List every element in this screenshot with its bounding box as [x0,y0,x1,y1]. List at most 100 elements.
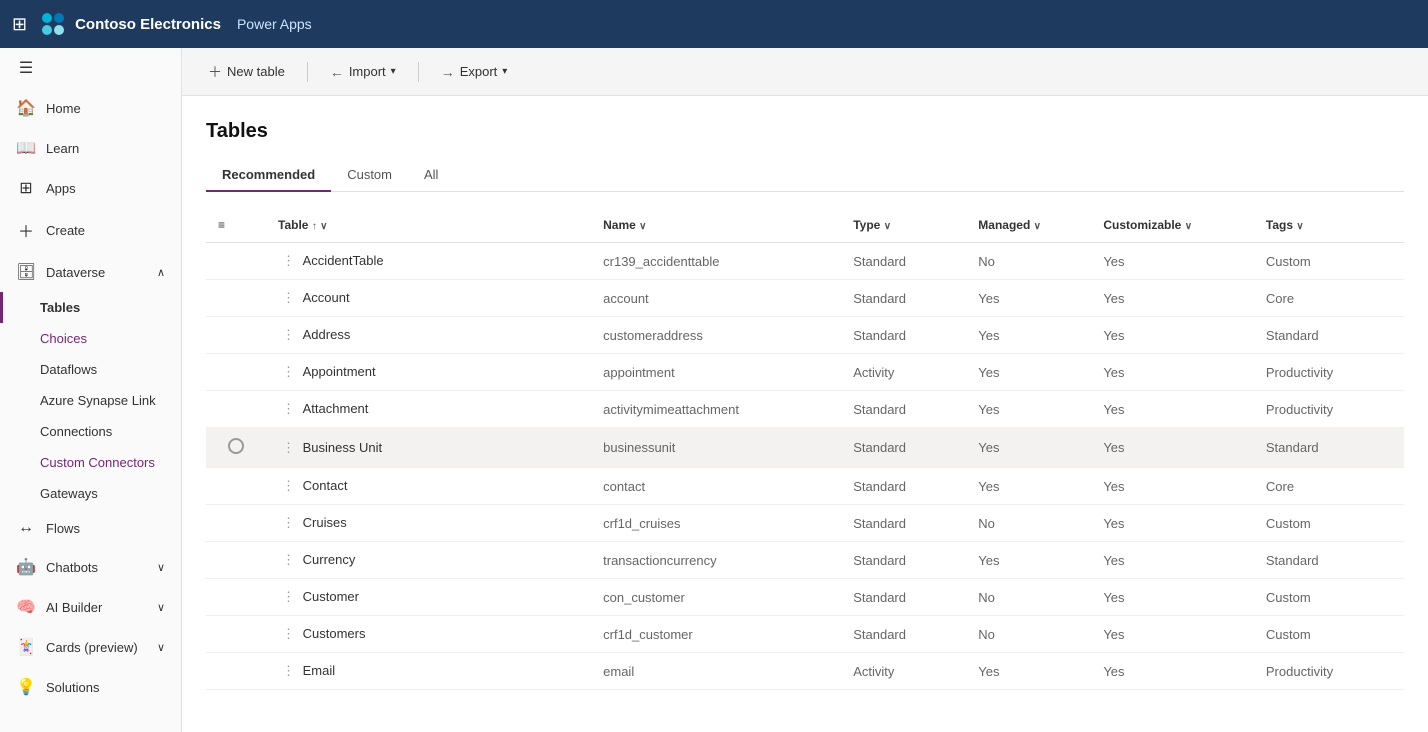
chatbots-icon: 🤖 [16,557,36,577]
customizable-sort-icon: ∨ [1185,221,1192,232]
tags-sort-icon: ∨ [1296,221,1303,232]
ai-builder-icon: 🧠 [16,597,36,617]
topbar: ⊞ Contoso Electronics Power Apps [0,0,1428,48]
tab-custom[interactable]: Custom [331,159,408,192]
table-row[interactable]: ⋮ Cruisescrf1d_cruisesStandardNoYesCusto… [206,505,1404,542]
main-layout: ☰ 🏠 Home 📖 Learn ⊞ Apps ＋ Create 🗄 Datav… [0,48,1428,732]
new-table-icon: ＋ [208,62,222,82]
sidebar-menu-toggle[interactable]: ☰ [0,48,181,88]
flows-icon: ↔ [16,519,36,537]
sidebar-item-flows[interactable]: ↔ Flows [0,509,181,547]
table-row[interactable]: ⋮ ContactcontactStandardYesYesCore [206,468,1404,505]
import-button[interactable]: ← Import ▾ [320,59,406,85]
export-button[interactable]: → Export ▾ [431,59,518,85]
grid-icon[interactable]: ⊞ [12,14,27,35]
col-header-table[interactable]: Table ↑ ∨ [266,208,591,243]
sidebar-item-apps[interactable]: ⊞ Apps [0,168,181,208]
col-header-name[interactable]: Name ∨ [591,208,841,243]
sidebar-item-home[interactable]: 🏠 Home [0,88,181,128]
table-row[interactable]: ⋮ AccountaccountStandardYesYesCore [206,280,1404,317]
cell-name: contact [591,468,841,505]
row-select[interactable] [206,428,266,468]
table-row[interactable]: ⋮ CurrencytransactioncurrencyStandardYes… [206,542,1404,579]
table-row[interactable]: ⋮ AddresscustomeraddressStandardYesYesSt… [206,317,1404,354]
sidebar-item-dataverse[interactable]: 🗄 Dataverse ∧ [0,252,181,292]
row-menu-icon[interactable]: ⋮ [278,589,303,604]
cell-managed: No [966,505,1091,542]
row-select[interactable] [206,317,266,354]
cell-customizable: Yes [1091,354,1254,391]
managed-col-label: Managed [978,218,1033,232]
row-select[interactable] [206,391,266,428]
row-radio[interactable] [228,438,244,454]
sidebar: ☰ 🏠 Home 📖 Learn ⊞ Apps ＋ Create 🗄 Datav… [0,48,182,732]
sidebar-sub-custom-connectors[interactable]: Custom Connectors [0,447,181,478]
row-menu-icon[interactable]: ⋮ [278,440,303,455]
table-area: ≡ Table ↑ ∨ Name ∨ [206,208,1404,732]
cell-managed: Yes [966,391,1091,428]
dataverse-collapse-icon: ∧ [157,266,165,279]
row-menu-icon[interactable]: ⋮ [278,552,303,567]
sidebar-item-ai-builder[interactable]: 🧠 AI Builder ∨ [0,587,181,627]
row-menu-icon[interactable]: ⋮ [278,626,303,641]
cell-name: customeraddress [591,317,841,354]
sidebar-sub-tables[interactable]: Tables [0,292,181,323]
table-row[interactable]: ⋮ Business UnitbusinessunitStandardYesYe… [206,428,1404,468]
row-select[interactable] [206,354,266,391]
sidebar-item-chatbots[interactable]: 🤖 Chatbots ∨ [0,547,181,587]
col-header-type[interactable]: Type ∨ [841,208,966,243]
table-row[interactable]: ⋮ AttachmentactivitymimeattachmentStanda… [206,391,1404,428]
sidebar-sub-choices[interactable]: Choices [0,323,181,354]
row-menu-icon[interactable]: ⋮ [278,663,303,678]
table-row[interactable]: ⋮ AccidentTablecr139_accidenttableStanda… [206,243,1404,280]
sidebar-item-learn[interactable]: 📖 Learn [0,128,181,168]
row-menu-icon[interactable]: ⋮ [278,290,303,305]
tab-recommended[interactable]: Recommended [206,159,331,192]
row-menu-icon[interactable]: ⋮ [278,478,303,493]
row-menu-icon[interactable]: ⋮ [278,515,303,530]
row-select[interactable] [206,243,266,280]
solutions-icon: 💡 [16,677,36,697]
row-select[interactable] [206,468,266,505]
table-row[interactable]: ⋮ Customercon_customerStandardNoYesCusto… [206,579,1404,616]
row-select[interactable] [206,542,266,579]
new-table-button[interactable]: ＋ New table [198,57,295,87]
sidebar-sub-connections[interactable]: Connections [0,416,181,447]
tab-all[interactable]: All [408,159,454,192]
home-icon: 🏠 [16,98,36,118]
cell-type: Standard [841,579,966,616]
row-menu-icon[interactable]: ⋮ [278,401,303,416]
sidebar-sub-gateways[interactable]: Gateways [0,478,181,509]
export-label: Export [460,64,498,79]
row-select[interactable] [206,616,266,653]
cell-managed: No [966,579,1091,616]
azure-synapse-label: Azure Synapse Link [40,393,156,408]
table-row[interactable]: ⋮ EmailemailActivityYesYesProductivity [206,653,1404,690]
sidebar-sub-dataflows[interactable]: Dataflows [0,354,181,385]
row-select[interactable] [206,653,266,690]
cell-table: ⋮ Email [266,653,591,690]
sidebar-item-cards[interactable]: 🃏 Cards (preview) ∨ [0,627,181,667]
row-select[interactable] [206,579,266,616]
table-row[interactable]: ⋮ Customerscrf1d_customerStandardNoYesCu… [206,616,1404,653]
cell-table: ⋮ AccidentTable [266,243,591,280]
sidebar-sub-azure-synapse[interactable]: Azure Synapse Link [0,385,181,416]
col-header-tags[interactable]: Tags ∨ [1254,208,1404,243]
row-menu-icon[interactable]: ⋮ [278,253,303,268]
cell-customizable: Yes [1091,280,1254,317]
table-row[interactable]: ⋮ AppointmentappointmentActivityYesYesPr… [206,354,1404,391]
page-title: Tables [206,120,1404,143]
col-header-customizable[interactable]: Customizable ∨ [1091,208,1254,243]
sidebar-item-solutions[interactable]: 💡 Solutions [0,667,181,707]
col-header-managed[interactable]: Managed ∨ [966,208,1091,243]
cell-type: Standard [841,616,966,653]
table-sort-toggle-icon[interactable]: ∨ [320,221,327,232]
logo-icon [39,10,67,38]
type-col-label: Type [853,218,883,232]
row-menu-icon[interactable]: ⋮ [278,327,303,342]
row-menu-icon[interactable]: ⋮ [278,364,303,379]
sidebar-item-create[interactable]: ＋ Create [0,208,181,252]
row-select[interactable] [206,505,266,542]
cell-table: ⋮ Address [266,317,591,354]
row-select[interactable] [206,280,266,317]
